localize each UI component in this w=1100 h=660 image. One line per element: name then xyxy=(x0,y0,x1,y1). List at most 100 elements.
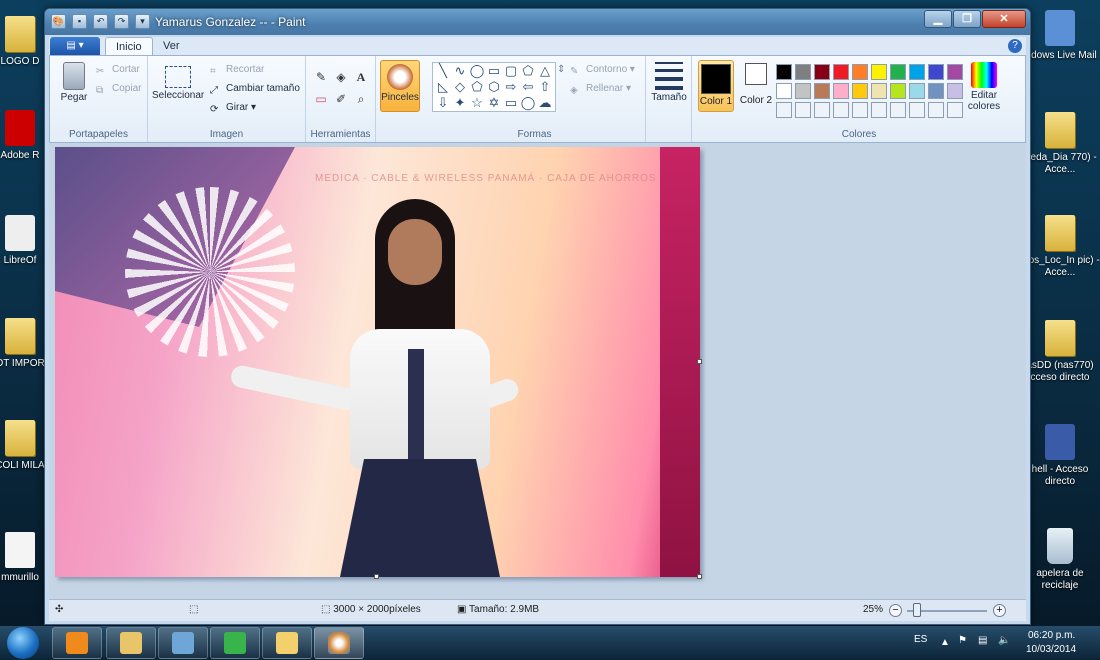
color-swatch[interactable] xyxy=(928,83,944,99)
action-center-icon[interactable]: ⚑ xyxy=(958,635,967,646)
customize-qat-icon[interactable]: ▾ xyxy=(135,14,150,29)
zoom-in-button[interactable]: + xyxy=(993,604,1006,617)
color-swatch[interactable] xyxy=(814,64,830,80)
color-swatch[interactable] xyxy=(776,102,792,118)
color-swatch[interactable] xyxy=(833,83,849,99)
network-icon[interactable]: ▤ xyxy=(978,635,987,646)
color-swatch[interactable] xyxy=(871,102,887,118)
color-swatch[interactable] xyxy=(852,64,868,80)
color-swatch[interactable] xyxy=(795,64,811,80)
image-canvas[interactable]: MEDICA · CABLE & WIRELESS PANAMÁ · CAJA … xyxy=(55,147,700,577)
resize-handle-bottom[interactable] xyxy=(374,574,379,579)
color-swatch[interactable] xyxy=(776,64,792,80)
tab-inicio[interactable]: Inicio xyxy=(105,37,153,56)
pentagon-shape-icon[interactable]: ⬠ xyxy=(469,80,485,94)
volume-icon[interactable]: 🔈 xyxy=(998,635,1010,646)
taskbar-media-player[interactable] xyxy=(52,627,102,659)
taskbar-image-viewer[interactable] xyxy=(158,627,208,659)
color-swatch[interactable] xyxy=(928,102,944,118)
color-picker-icon[interactable]: ✐ xyxy=(332,90,350,108)
color-swatch[interactable] xyxy=(795,83,811,99)
star6-shape-icon[interactable]: ✡ xyxy=(486,96,502,110)
color-swatch[interactable] xyxy=(909,83,925,99)
taskbar-file-explorer[interactable] xyxy=(262,627,312,659)
text-tool-icon[interactable]: A xyxy=(352,68,370,86)
undo-icon[interactable]: ↶ xyxy=(93,14,108,29)
minimize-button[interactable]: ▁ xyxy=(924,10,952,28)
color-swatch[interactable] xyxy=(947,102,963,118)
zoom-slider-thumb[interactable] xyxy=(913,603,921,617)
desktop-icon-shell[interactable]: hell - Acceso directo xyxy=(1020,424,1100,488)
paint-app-icon[interactable]: 🎨 xyxy=(51,14,66,29)
color-swatch[interactable] xyxy=(890,83,906,99)
resize-handle-right[interactable] xyxy=(697,359,702,364)
fill-button[interactable]: ◈ Rellenar ▾ xyxy=(570,81,631,97)
cloud-shape-icon[interactable]: ☁ xyxy=(537,96,553,110)
magnifier-icon[interactable]: ⌕ xyxy=(352,90,370,108)
right-triangle-shape-icon[interactable]: ◺ xyxy=(435,80,451,94)
eraser-icon[interactable]: ▭ xyxy=(312,90,330,108)
start-button[interactable] xyxy=(7,627,39,659)
oval-shape-icon[interactable]: ◯ xyxy=(469,64,485,78)
rectangle-shape-icon[interactable]: ▭ xyxy=(486,64,502,78)
color2-button[interactable]: Color 2 xyxy=(738,60,774,112)
desktop-icon-windows-live-mail[interactable]: indows Live Mail xyxy=(1020,10,1100,62)
desktop-icon-datos[interactable]: atos_Loc_In pic) - Acce... xyxy=(1020,215,1100,279)
gallery-scroll-icon[interactable]: ⇕ xyxy=(557,62,567,78)
close-button[interactable]: ✕ xyxy=(982,10,1026,28)
zoom-out-button[interactable]: − xyxy=(889,604,902,617)
color-swatch[interactable] xyxy=(852,83,868,99)
redo-icon[interactable]: ↷ xyxy=(114,14,129,29)
rounded-rect-shape-icon[interactable]: ▢ xyxy=(503,64,519,78)
arrow-right-shape-icon[interactable]: ⇨ xyxy=(503,80,519,94)
polygon-shape-icon[interactable]: ⬠ xyxy=(520,64,536,78)
file-menu-button[interactable]: ▤ ▾ xyxy=(50,37,100,55)
color-swatch[interactable] xyxy=(890,64,906,80)
color-swatch[interactable] xyxy=(795,102,811,118)
resize-handle-corner[interactable] xyxy=(697,574,702,579)
color-swatch[interactable] xyxy=(928,64,944,80)
taskbar-app-4[interactable] xyxy=(210,627,260,659)
select-button[interactable]: Seleccionar xyxy=(152,62,204,101)
color-swatch[interactable] xyxy=(852,102,868,118)
color-swatch[interactable] xyxy=(833,64,849,80)
color-swatch[interactable] xyxy=(814,102,830,118)
crop-button[interactable]: ⌗ Recortar xyxy=(210,62,264,78)
callout-oval-shape-icon[interactable]: ◯ xyxy=(520,96,536,110)
tab-ver[interactable]: Ver xyxy=(153,37,190,56)
clock-date[interactable]: 10/03/2014 xyxy=(1026,644,1076,655)
curve-shape-icon[interactable]: ∿ xyxy=(452,64,468,78)
hexagon-shape-icon[interactable]: ⬡ xyxy=(486,80,502,94)
fill-bucket-icon[interactable]: ◈ xyxy=(332,68,350,86)
color-swatch[interactable] xyxy=(947,64,963,80)
color-swatch[interactable] xyxy=(871,83,887,99)
color1-button[interactable]: Color 1 xyxy=(698,60,734,112)
copy-button[interactable]: ⧉ Copiar xyxy=(96,81,141,97)
color-swatch[interactable] xyxy=(814,83,830,99)
color-swatch[interactable] xyxy=(871,64,887,80)
desktop-icon-asdd[interactable]: asDD (nas770) cceso directo xyxy=(1020,320,1100,384)
language-indicator[interactable]: ES xyxy=(914,634,927,645)
desktop-icon-recycle-bin[interactable]: apelera de reciclaje xyxy=(1020,528,1100,592)
resize-button[interactable]: ⤢ Cambiar tamaño xyxy=(210,81,300,97)
pencil-icon[interactable]: ✎ xyxy=(312,68,330,86)
triangle-shape-icon[interactable]: △ xyxy=(537,64,553,78)
edit-colors-button[interactable]: Editar colores xyxy=(966,62,1002,112)
color-swatch[interactable] xyxy=(947,83,963,99)
arrow-left-shape-icon[interactable]: ⇦ xyxy=(520,80,536,94)
paste-button[interactable]: Pegar xyxy=(56,62,92,103)
color-swatch[interactable] xyxy=(909,64,925,80)
line-shape-icon[interactable]: ╲ xyxy=(435,64,451,78)
star4-shape-icon[interactable]: ✦ xyxy=(452,96,468,110)
maximize-button[interactable]: ❐ xyxy=(953,10,981,28)
star5-shape-icon[interactable]: ☆ xyxy=(469,96,485,110)
outline-button[interactable]: ✎ Contorno ▾ xyxy=(570,62,635,78)
callout-rect-shape-icon[interactable]: ▭ xyxy=(503,96,519,110)
clock-time[interactable]: 06:20 p.m. xyxy=(1028,630,1075,641)
arrow-up-shape-icon[interactable]: ⇧ xyxy=(537,80,553,94)
color-swatch[interactable] xyxy=(909,102,925,118)
size-button[interactable]: Tamaño xyxy=(650,62,688,103)
save-icon[interactable]: ▪ xyxy=(72,14,87,29)
cut-button[interactable]: ✂ Cortar xyxy=(96,62,140,78)
color-swatch[interactable] xyxy=(776,83,792,99)
